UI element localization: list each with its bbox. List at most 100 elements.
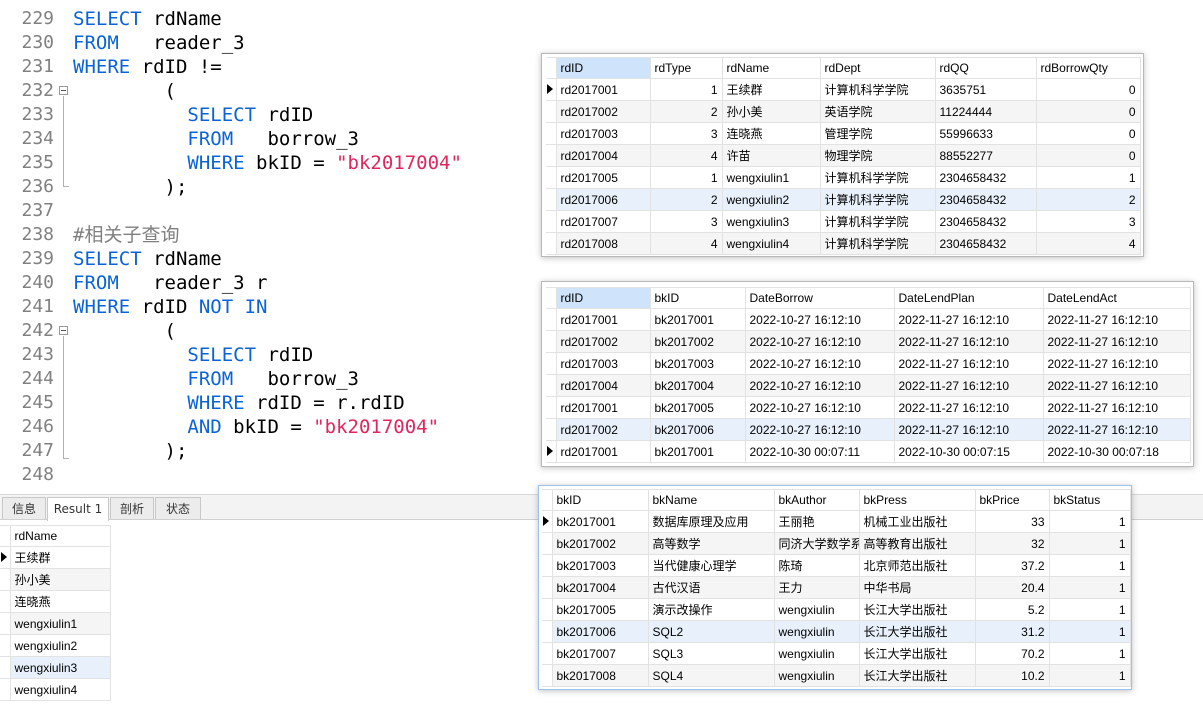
table-row[interactable]: 王续群 bbox=[0, 546, 111, 569]
cell-bkprice[interactable]: 10.2 bbox=[974, 664, 1050, 687]
table-row[interactable]: rd2017001 bk2017001 2022-10-27 16:12:10 202… bbox=[546, 308, 1191, 331]
column-header-bkpress[interactable]: bkPress bbox=[858, 489, 976, 511]
cell-bkpress[interactable]: 长江大学出版社 bbox=[858, 642, 976, 665]
cell-rddept[interactable]: 物理学院 bbox=[819, 144, 936, 167]
cell-dateborrow[interactable]: 2022-10-27 16:12:10 bbox=[744, 396, 895, 419]
table-row[interactable]: wengxiulin1 bbox=[0, 612, 111, 635]
column-header-rdtype[interactable]: rdType bbox=[649, 57, 723, 79]
column-header-datelendact[interactable]: DateLendAct bbox=[1042, 287, 1191, 309]
column-header-bkid[interactable]: bkID bbox=[551, 489, 649, 511]
cell-bkid[interactable]: bk2017006 bbox=[649, 418, 746, 441]
row-indicator[interactable] bbox=[542, 642, 553, 665]
code-line[interactable]: 231 WHERE rdID != bbox=[0, 55, 540, 79]
table-row[interactable]: bk2017006 SQL2 wengxiulin 长江大学出版社 31.2 1 bbox=[542, 620, 1131, 643]
cell-rdname[interactable]: 连晓燕 bbox=[721, 122, 821, 145]
fold-toggle-icon[interactable] bbox=[59, 326, 68, 335]
column-header-rdborrowqty[interactable]: rdBorrowQty bbox=[1035, 57, 1141, 79]
cell-rdborrowqty[interactable]: 2 bbox=[1035, 188, 1141, 211]
table-row[interactable]: rd2017008 4 wengxiulin4 计算机科学学院 2304658432 4 bbox=[546, 232, 1141, 255]
cell-rdname[interactable]: wengxiulin3 bbox=[721, 210, 821, 233]
code-line[interactable]: 245 WHERE rdID = r.rdID bbox=[0, 391, 540, 415]
cell-datelendact[interactable]: 2022-11-27 16:12:10 bbox=[1042, 352, 1191, 375]
cell-rdname[interactable]: wengxiulin2 bbox=[721, 188, 821, 211]
cell-datelendact[interactable]: 2022-11-27 16:12:10 bbox=[1042, 396, 1191, 419]
row-indicator[interactable] bbox=[546, 78, 557, 101]
book-table-window[interactable]: bkID bkName bkAuthor bkPress bkPrice bkStatus… bbox=[538, 485, 1132, 690]
cell-bkstatus[interactable]: 1 bbox=[1048, 576, 1131, 599]
cell-bkid[interactable]: bk2017002 bbox=[649, 330, 746, 353]
cell-bkid[interactable]: bk2017005 bbox=[551, 598, 649, 621]
cell-bkstatus[interactable]: 1 bbox=[1048, 532, 1131, 555]
fold-toggle-icon[interactable] bbox=[59, 86, 68, 95]
cell-bkname[interactable]: 演示改操作 bbox=[647, 598, 775, 621]
cell-bkname[interactable]: 古代汉语 bbox=[647, 576, 775, 599]
table-row[interactable]: rd2017003 bk2017003 2022-10-27 16:12:10 202… bbox=[546, 352, 1191, 375]
cell-rdtype[interactable]: 4 bbox=[649, 144, 723, 167]
cell-bkprice[interactable]: 70.2 bbox=[974, 642, 1050, 665]
cell-rddept[interactable]: 管理学院 bbox=[819, 122, 936, 145]
code-line[interactable]: 240 FROM reader_3 r bbox=[0, 271, 540, 295]
code-line[interactable]: 243 SELECT rdID bbox=[0, 343, 540, 367]
cell-rdname[interactable]: wengxiulin4 bbox=[9, 678, 111, 701]
row-indicator[interactable] bbox=[0, 546, 11, 569]
cell-rdqq[interactable]: 88552277 bbox=[934, 144, 1037, 167]
code-line[interactable]: 230 FROM reader_3 bbox=[0, 31, 540, 55]
code-line[interactable]: 235 WHERE bkID = "bk2017004" bbox=[0, 151, 540, 175]
cell-bkname[interactable]: SQL2 bbox=[647, 620, 775, 643]
tab-result-1[interactable]: Result 1 bbox=[47, 497, 109, 521]
cell-bkauthor[interactable]: wengxiulin bbox=[773, 620, 860, 643]
tab-info[interactable]: 信息 bbox=[2, 497, 46, 519]
cell-bkid[interactable]: bk2017003 bbox=[551, 554, 649, 577]
column-header-bkname[interactable]: bkName bbox=[647, 489, 775, 511]
cell-datelendact[interactable]: 2022-11-27 16:12:10 bbox=[1042, 330, 1191, 353]
row-indicator[interactable] bbox=[542, 532, 553, 555]
cell-datelendplan[interactable]: 2022-11-27 16:12:10 bbox=[893, 308, 1044, 331]
cell-rdname[interactable]: wengxiulin4 bbox=[721, 232, 821, 255]
column-header-bkprice[interactable]: bkPrice bbox=[974, 489, 1050, 511]
cell-bkprice[interactable]: 31.2 bbox=[974, 620, 1050, 643]
cell-bkstatus[interactable]: 1 bbox=[1048, 664, 1131, 687]
row-indicator[interactable] bbox=[546, 352, 557, 375]
row-indicator[interactable] bbox=[546, 308, 557, 331]
cell-rdborrowqty[interactable]: 0 bbox=[1035, 144, 1141, 167]
cell-bkauthor[interactable]: wengxiulin bbox=[773, 598, 860, 621]
cell-bkauthor[interactable]: 王丽艳 bbox=[773, 510, 860, 533]
cell-bkpress[interactable]: 中华书局 bbox=[858, 576, 976, 599]
cell-bkprice[interactable]: 37.2 bbox=[974, 554, 1050, 577]
cell-dateborrow[interactable]: 2022-10-27 16:12:10 bbox=[744, 418, 895, 441]
cell-datelendplan[interactable]: 2022-11-27 16:12:10 bbox=[893, 396, 1044, 419]
cell-dateborrow[interactable]: 2022-10-27 16:12:10 bbox=[744, 374, 895, 397]
table-row[interactable]: rd2017001 1 王续群 计算机科学学院 3635751 0 bbox=[546, 78, 1141, 101]
row-indicator[interactable] bbox=[0, 656, 11, 679]
cell-datelendact[interactable]: 2022-11-27 16:12:10 bbox=[1042, 374, 1191, 397]
cell-rdid[interactable]: rd2017007 bbox=[555, 210, 651, 233]
cell-bkname[interactable]: SQL3 bbox=[647, 642, 775, 665]
cell-bkpress[interactable]: 长江大学出版社 bbox=[858, 664, 976, 687]
cell-bkstatus[interactable]: 1 bbox=[1048, 598, 1131, 621]
cell-rdid[interactable]: rd2017005 bbox=[555, 166, 651, 189]
cell-bkprice[interactable]: 5.2 bbox=[974, 598, 1050, 621]
table-row[interactable]: rd2017004 bk2017004 2022-10-27 16:12:10 202… bbox=[546, 374, 1191, 397]
cell-bkid[interactable]: bk2017001 bbox=[649, 308, 746, 331]
code-line[interactable]: 242 ( bbox=[0, 319, 540, 343]
cell-dateborrow[interactable]: 2022-10-27 16:12:10 bbox=[744, 308, 895, 331]
cell-bkname[interactable]: 当代健康心理学 bbox=[647, 554, 775, 577]
cell-rdname[interactable]: wengxiulin2 bbox=[9, 634, 111, 657]
row-indicator[interactable] bbox=[546, 188, 557, 211]
cell-rdid[interactable]: rd2017001 bbox=[555, 440, 651, 463]
row-indicator[interactable] bbox=[546, 100, 557, 123]
table-row[interactable]: rd2017005 1 wengxiulin1 计算机科学学院 2304658432 1 bbox=[546, 166, 1141, 189]
cell-bkstatus[interactable]: 1 bbox=[1048, 510, 1131, 533]
column-header-datelendplan[interactable]: DateLendPlan bbox=[893, 287, 1044, 309]
column-header-rdqq[interactable]: rdQQ bbox=[934, 57, 1037, 79]
cell-datelendact[interactable]: 2022-11-27 16:12:10 bbox=[1042, 308, 1191, 331]
table-row[interactable]: rd2017006 2 wengxiulin2 计算机科学学院 2304658432 2 bbox=[546, 188, 1141, 211]
cell-bkid[interactable]: bk2017001 bbox=[551, 510, 649, 533]
cell-datelendplan[interactable]: 2022-10-30 00:07:15 bbox=[893, 440, 1044, 463]
cell-rdqq[interactable]: 2304658432 bbox=[934, 188, 1037, 211]
cell-bkpress[interactable]: 机械工业出版社 bbox=[858, 510, 976, 533]
cell-bkname[interactable]: 数据库原理及应用 bbox=[647, 510, 775, 533]
cell-rddept[interactable]: 计算机科学学院 bbox=[819, 166, 936, 189]
tab-profile[interactable]: 剖析 bbox=[110, 497, 154, 519]
cell-rdid[interactable]: rd2017001 bbox=[555, 396, 651, 419]
